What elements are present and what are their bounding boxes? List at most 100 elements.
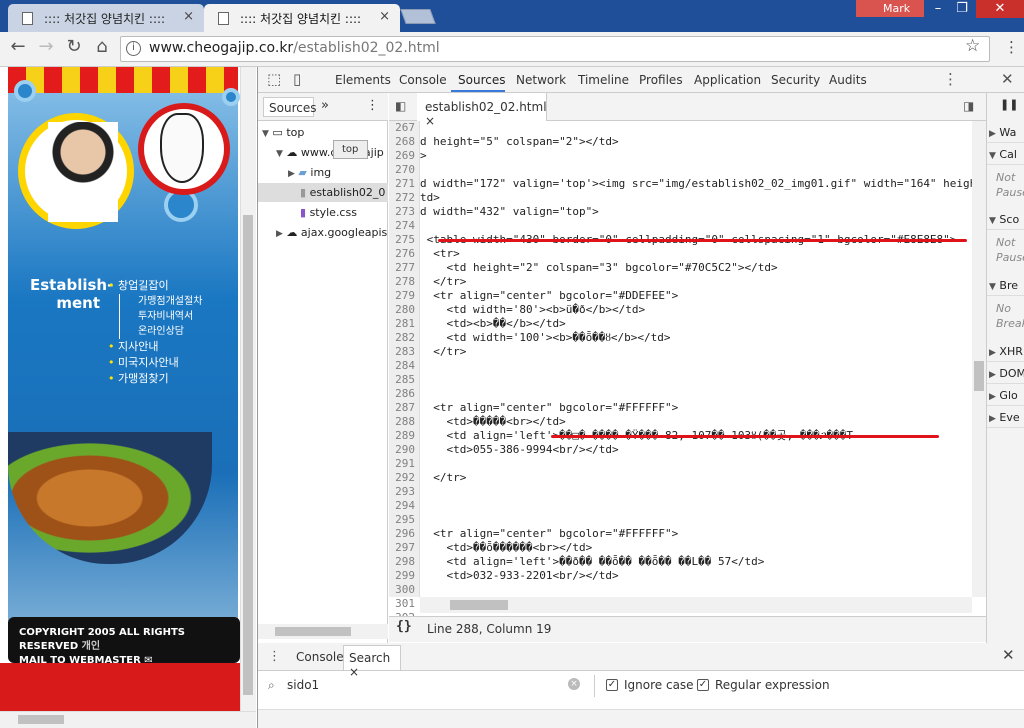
tab-profiles[interactable]: Profiles bbox=[639, 73, 683, 87]
line-number[interactable]: 279 bbox=[389, 289, 415, 303]
line-number[interactable]: 267 bbox=[389, 121, 415, 135]
pretty-print-icon[interactable]: {} bbox=[396, 619, 412, 634]
browser-menu-icon[interactable]: ⋮ bbox=[1004, 38, 1019, 56]
minimize-icon[interactable]: – bbox=[924, 0, 952, 18]
browser-tab-1[interactable]: :::: 처갓집 양념치킨 :::: × bbox=[8, 4, 204, 32]
line-number[interactable]: 300 bbox=[389, 583, 415, 597]
section-event[interactable]: ▶ Eve bbox=[987, 406, 1024, 428]
menu-item-startup[interactable]: • 창업길잡이 bbox=[108, 278, 233, 294]
window-close-icon[interactable]: ✕ bbox=[976, 0, 1024, 18]
tree-item-css-file[interactable]: ▮ style.css bbox=[300, 206, 357, 219]
close-tab-icon[interactable]: × bbox=[379, 9, 390, 24]
reload-icon[interactable]: ↻ bbox=[62, 36, 86, 57]
clear-search-icon[interactable]: × bbox=[568, 678, 580, 690]
line-number[interactable]: 286 bbox=[389, 387, 415, 401]
close-devtools-icon[interactable]: ✕ bbox=[1001, 70, 1014, 88]
line-number[interactable]: 287 bbox=[389, 401, 415, 415]
section-global[interactable]: ▶ Glo bbox=[987, 384, 1024, 406]
tab-security[interactable]: Security bbox=[771, 73, 820, 87]
line-number[interactable]: 273 bbox=[389, 205, 415, 219]
menu-item-branch[interactable]: • 지사안내 bbox=[108, 339, 233, 355]
address-bar[interactable]: www.cheogajip.co.kr/establish02_02.html bbox=[120, 36, 990, 62]
line-number[interactable]: 282 bbox=[389, 331, 415, 345]
toggle-debugger-icon[interactable]: ◨ bbox=[963, 99, 974, 113]
devtools-menu-icon[interactable]: ⋮ bbox=[943, 70, 958, 88]
bookmark-star-icon[interactable]: ☆ bbox=[965, 36, 980, 56]
home-icon[interactable]: ⌂ bbox=[90, 36, 114, 57]
inspect-element-icon[interactable]: ⬚ bbox=[267, 70, 281, 88]
line-number[interactable]: 274 bbox=[389, 219, 415, 233]
line-number[interactable]: 293 bbox=[389, 485, 415, 499]
code-editor[interactable]: d height="5" colspan="2"></td> > d width="… bbox=[420, 121, 972, 597]
tab-audits[interactable]: Audits bbox=[829, 73, 867, 87]
toggle-navigator-icon[interactable]: ◧ bbox=[395, 99, 406, 113]
line-number[interactable]: 277 bbox=[389, 261, 415, 275]
new-tab-button[interactable] bbox=[400, 9, 436, 24]
line-number[interactable]: 278 bbox=[389, 275, 415, 289]
tab-console[interactable]: Console bbox=[399, 73, 447, 87]
drawer-menu-icon[interactable]: ⋮ bbox=[268, 649, 281, 664]
submenu-item[interactable]: 투자비내역서 bbox=[138, 309, 233, 324]
profile-button[interactable]: Mark bbox=[856, 0, 924, 17]
back-icon[interactable]: ← bbox=[6, 36, 30, 57]
regex-checkbox[interactable]: ✓ bbox=[697, 679, 709, 691]
line-number[interactable]: 268 bbox=[389, 135, 415, 149]
line-number[interactable]: 299 bbox=[389, 569, 415, 583]
tab-sources[interactable]: Sources bbox=[458, 73, 505, 87]
menu-item-find-store[interactable]: • 가맹점찾기 bbox=[108, 371, 233, 387]
line-number[interactable]: 295 bbox=[389, 513, 415, 527]
section-watch[interactable]: ▶ Wa bbox=[987, 121, 1024, 143]
line-number[interactable]: 271 bbox=[389, 177, 415, 191]
line-number[interactable]: 290 bbox=[389, 443, 415, 457]
line-number[interactable]: 270 bbox=[389, 163, 415, 177]
close-drawer-icon[interactable]: ✕ bbox=[1002, 646, 1015, 664]
section-scope[interactable]: ▼ Sco bbox=[987, 208, 1024, 230]
scrollbar-thumb[interactable] bbox=[450, 600, 508, 610]
drawer-tab-search[interactable]: Search × bbox=[343, 645, 401, 679]
section-xhr[interactable]: ▶ XHR bbox=[987, 340, 1024, 362]
tree-item-top[interactable]: ▼ ▭ top bbox=[262, 126, 304, 139]
tree-item-img-folder[interactable]: ▶ ▰ img bbox=[288, 166, 331, 179]
section-call-stack[interactable]: ▼ Cal bbox=[987, 143, 1024, 165]
tree-item-domain[interactable]: ▼ ☁ www.cheogajip bbox=[276, 146, 388, 159]
device-toolbar-icon[interactable]: ▯ bbox=[293, 70, 301, 88]
scrollbar-thumb[interactable] bbox=[275, 627, 351, 636]
ignore-case-checkbox[interactable]: ✓ bbox=[606, 679, 618, 691]
line-number[interactable]: 288 bbox=[389, 415, 415, 429]
close-tab-icon[interactable]: × bbox=[183, 9, 194, 24]
line-number[interactable]: 301 bbox=[389, 597, 415, 611]
line-number[interactable]: 297 bbox=[389, 541, 415, 555]
pause-icon[interactable]: ❚❚ bbox=[1000, 98, 1018, 111]
submenu-item[interactable]: 온라인상담 bbox=[138, 324, 233, 339]
section-dom[interactable]: ▶ DOM bbox=[987, 362, 1024, 384]
tab-network[interactable]: Network bbox=[516, 73, 566, 87]
line-number[interactable]: 281 bbox=[389, 317, 415, 331]
info-icon[interactable]: i bbox=[126, 41, 141, 56]
line-number[interactable]: 298 bbox=[389, 555, 415, 569]
forward-icon[interactable]: → bbox=[34, 36, 58, 57]
editor-vertical-scrollbar[interactable] bbox=[972, 121, 986, 597]
line-number[interactable]: 296 bbox=[389, 527, 415, 541]
line-number[interactable]: 284 bbox=[389, 359, 415, 373]
line-number[interactable]: 291 bbox=[389, 457, 415, 471]
scrollbar-thumb[interactable] bbox=[18, 715, 64, 724]
scrollbar-thumb[interactable] bbox=[974, 361, 984, 391]
tree-item-ajax[interactable]: ▶ ☁ ajax.googleapis bbox=[276, 226, 388, 239]
scrollbar-thumb[interactable] bbox=[243, 215, 253, 695]
maximize-icon[interactable]: ❐ bbox=[952, 0, 972, 18]
line-number[interactable]: 283 bbox=[389, 345, 415, 359]
line-number[interactable]: 269 bbox=[389, 149, 415, 163]
line-number[interactable]: 292 bbox=[389, 471, 415, 485]
line-number[interactable]: 285 bbox=[389, 373, 415, 387]
line-number[interactable]: 280 bbox=[389, 303, 415, 317]
drawer-tab-console[interactable]: Console bbox=[296, 650, 344, 664]
search-input[interactable]: sido1 bbox=[265, 675, 590, 697]
navigator-menu-icon[interactable]: ⋮ bbox=[366, 98, 379, 113]
line-number[interactable]: 276 bbox=[389, 247, 415, 261]
more-tabs-icon[interactable]: » bbox=[321, 98, 329, 113]
tree-item-html-file[interactable]: ▮ establish02_0 bbox=[300, 186, 388, 199]
line-number[interactable]: 294 bbox=[389, 499, 415, 513]
section-breakpoints[interactable]: ▼ Bre bbox=[987, 274, 1024, 296]
navigator-sources-tab[interactable]: Sources bbox=[263, 97, 316, 117]
tab-timeline[interactable]: Timeline bbox=[578, 73, 629, 87]
